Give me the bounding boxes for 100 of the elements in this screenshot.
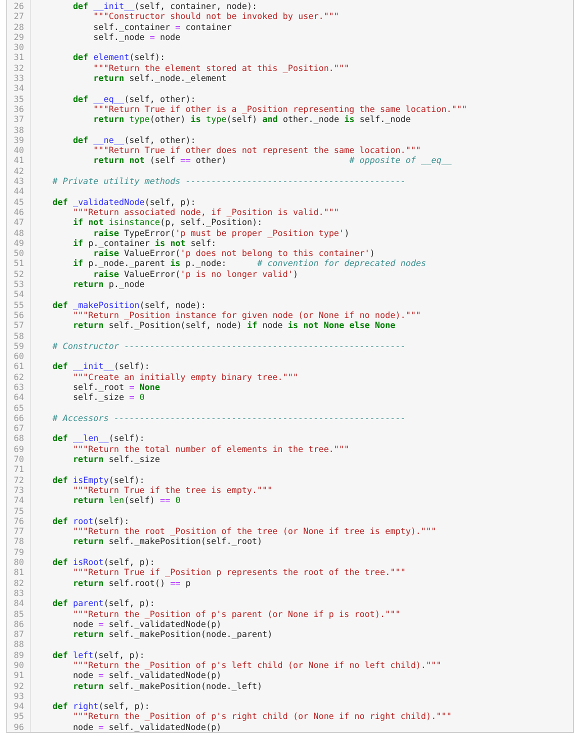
code-line: """Return the root _Position of the tree (or None if tree is empty).""": [72, 527, 436, 538]
line-number: 71: [12, 465, 25, 476]
line-number: 27: [12, 12, 25, 23]
code-line: """Return True if _Position p represents the root of the tree.""": [72, 568, 406, 579]
code-line: """Return the _Position of p's right child (or None if no right child).""": [72, 712, 452, 723]
code-line: if p._node._parent is p._node: # convention for deprecated nodes: [72, 259, 426, 270]
line-number: 64: [12, 393, 25, 404]
line-number: 90: [12, 661, 25, 672]
code-line: def __len__(self):: [51, 434, 145, 445]
code-line: return self._size: [72, 455, 160, 466]
code-line: # Private utility methods -------------------------------------------: [51, 177, 406, 188]
line-number: 37: [12, 115, 25, 126]
line-number: 63: [12, 382, 25, 394]
line-number: 56: [12, 310, 25, 322]
line-number: 62: [12, 372, 25, 383]
code-line: def __eq__(self, other):: [72, 94, 196, 105]
code-line: return self.root() == p: [72, 578, 191, 589]
code-line: return self._node._element: [92, 74, 226, 84]
code-line: # Constructor -------------------------------------------------------: [51, 342, 406, 352]
line-number: 48: [12, 228, 25, 239]
line-number: 74: [12, 496, 25, 507]
line-number: 86: [12, 620, 25, 630]
line-number: 94: [12, 702, 25, 712]
line-number: 83: [12, 588, 25, 600]
line-number: 44: [12, 187, 25, 198]
line-number: 54: [12, 290, 25, 301]
code-line: raise TypeError('p must be proper _Position type'): [92, 228, 350, 239]
code-line: """Return _Position instance for given node (or None if no node).""": [72, 310, 421, 321]
code-line: node = self._validatedNode(p): [72, 620, 222, 630]
code-line: """Return the element stored at this _Position.""": [92, 64, 350, 74]
code-line: return not (self == other) # opposite of __eq__: [92, 156, 452, 167]
line-number: 65: [12, 404, 25, 414]
line-number: 28: [12, 22, 25, 33]
line-number: 82: [12, 578, 25, 589]
code-line: node = self._validatedNode(p): [72, 671, 222, 682]
line-number: 34: [12, 84, 25, 95]
line-number: 40: [12, 146, 25, 156]
line-number: 85: [12, 610, 25, 620]
code-line: def root(self):: [51, 516, 130, 528]
code-line: """Constructor should not be invoked by user.""": [92, 12, 340, 23]
line-number: 77: [12, 527, 25, 538]
code-line: return p._node: [72, 280, 145, 290]
line-number: 68: [12, 434, 25, 445]
line-number: 81: [12, 568, 25, 579]
line-number: 46: [12, 208, 25, 218]
line-number: 30: [12, 43, 25, 54]
code-line: return type(other) is type(self) and other._node is self._node: [92, 115, 411, 126]
line-number: 80: [12, 558, 25, 568]
line-number: 84: [12, 599, 25, 610]
code-line: self._root = None: [72, 382, 160, 394]
line-number: 88: [12, 640, 25, 651]
line-number: 33: [12, 74, 25, 84]
line-number: 61: [12, 362, 25, 373]
line-number: 50: [12, 249, 25, 260]
line-number: 78: [12, 537, 25, 548]
line-number: 59: [12, 342, 25, 352]
code-line: self._container = container: [92, 22, 232, 33]
code-line: self._size = 0: [72, 393, 145, 404]
code-line: def element(self):: [72, 53, 166, 64]
code-line: def __init__(self):: [51, 362, 150, 373]
code-line: return self._makePosition(self._root): [72, 537, 262, 548]
line-number: 75: [12, 506, 25, 517]
line-number: 70: [12, 455, 25, 466]
code-line: """Return True if the tree is empty.""": [72, 486, 273, 496]
line-number: 96: [12, 722, 25, 734]
code-line: # Accessors ---------------------------------------------------------: [51, 414, 406, 424]
line-number: 67: [12, 424, 25, 434]
code-line: if p._container is not self:: [72, 238, 216, 249]
line-number: 36: [12, 104, 25, 116]
code-line: """Create an initially empty binary tree.""": [72, 372, 298, 383]
line-number: 76: [12, 516, 25, 528]
line-number: 66: [12, 414, 25, 424]
line-number: 32: [12, 64, 25, 74]
code-line: node = self._validatedNode(p): [72, 722, 222, 734]
code-editor[interactable]: [6, 0, 574, 733]
line-number: 73: [12, 486, 25, 496]
code-line: """Return the _Position of p's parent (or None if p is root).""": [72, 610, 400, 620]
line-number: 47: [12, 218, 25, 229]
line-number: 92: [12, 682, 25, 692]
line-number: 87: [12, 630, 25, 640]
line-number: 69: [12, 444, 25, 456]
line-number: 60: [12, 352, 25, 362]
line-number: 35: [12, 94, 25, 105]
code-line: return self._makePosition(node._left): [72, 682, 262, 692]
line-number: 72: [12, 476, 25, 486]
code-line: raise ValueError('p does not belong to this container'): [92, 249, 375, 260]
line-number: 38: [12, 126, 25, 136]
line-number: 29: [12, 32, 25, 44]
line-number: 91: [12, 671, 25, 682]
code-line: raise ValueError('p is no longer valid'): [92, 270, 298, 280]
code-line: return len(self) == 0: [72, 496, 180, 507]
code-line: def right(self, p):: [51, 702, 150, 712]
line-number: 58: [12, 332, 25, 342]
line-number: 42: [12, 166, 25, 178]
line-number: 43: [12, 177, 25, 188]
line-number: 93: [12, 692, 25, 702]
code-line: self._node = node: [92, 32, 180, 44]
line-number: 41: [12, 156, 25, 167]
code-line: def isEmpty(self):: [51, 476, 145, 486]
code-line: def __init__(self, container, node):: [72, 2, 258, 12]
